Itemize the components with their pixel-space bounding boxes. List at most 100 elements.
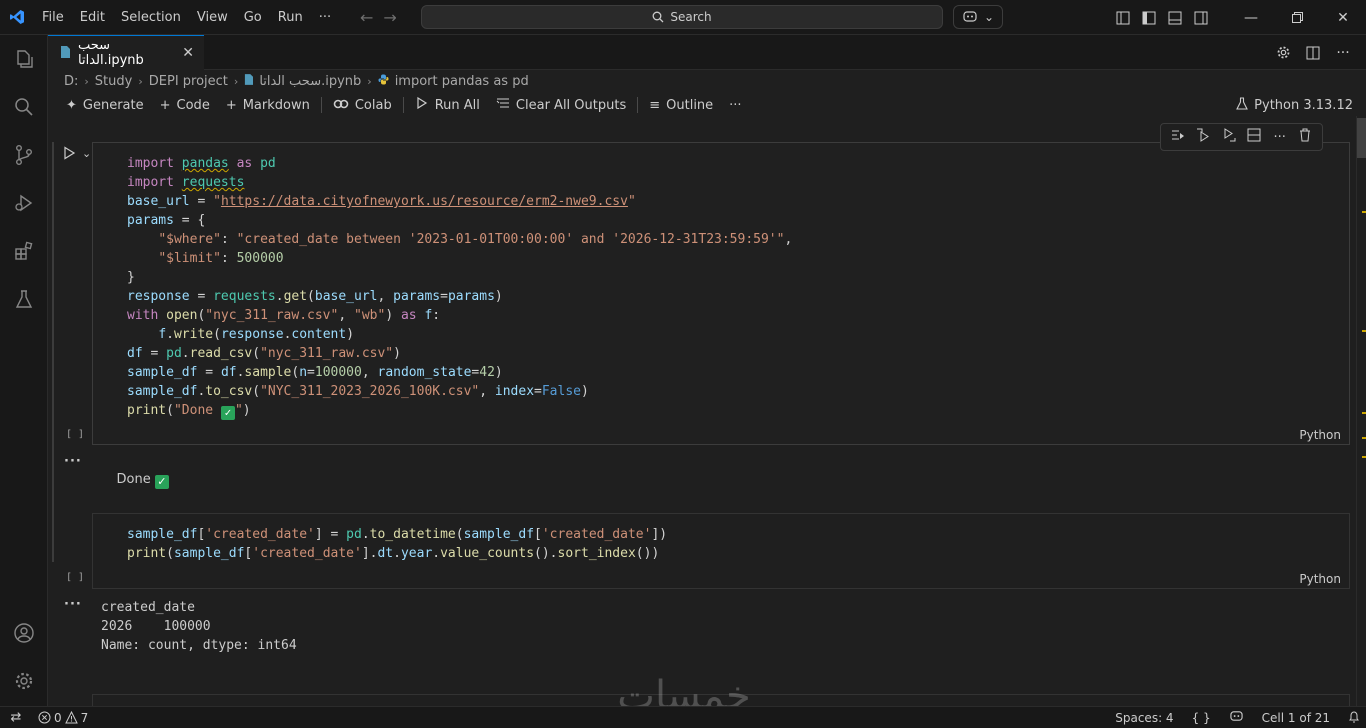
- cell-language-label[interactable]: Python: [1299, 572, 1341, 586]
- close-window-icon[interactable]: ✕: [1320, 0, 1366, 35]
- title-bar: File Edit Selection View Go Run ··· ← → …: [0, 0, 1366, 35]
- tab-notebook[interactable]: سحب الداتا.ipynb ✕: [48, 35, 204, 70]
- search-sidebar-icon[interactable]: [0, 83, 48, 131]
- activity-bar: [0, 35, 48, 706]
- toggle-primary-sidebar-icon[interactable]: [1136, 0, 1162, 35]
- explorer-icon[interactable]: [0, 35, 48, 83]
- add-markdown-cell-button[interactable]: + Markdown: [218, 94, 318, 116]
- minimize-icon[interactable]: —: [1228, 0, 1274, 35]
- output-line: created_date: [101, 600, 195, 615]
- warning-icon: [64, 711, 78, 724]
- breadcrumb-symbol[interactable]: import pandas as pd: [395, 74, 529, 89]
- arrow-left-icon[interactable]: ←: [360, 8, 373, 27]
- language-braces-status[interactable]: { }: [1192, 711, 1211, 725]
- outline-button[interactable]: ≡ Outline: [641, 94, 721, 116]
- run-all-label: Run All: [434, 97, 480, 113]
- vscode-logo-icon: [0, 0, 34, 35]
- chevron-down-icon[interactable]: ⌄: [82, 147, 91, 160]
- code-cell-1[interactable]: import pandas as pd import requests base…: [92, 142, 1350, 445]
- menu-run[interactable]: Run: [270, 0, 311, 35]
- cell-position-status[interactable]: Cell 1 of 21: [1262, 711, 1330, 725]
- output-more-actions-icon[interactable]: ···: [64, 454, 82, 469]
- breadcrumb: D: › Study › DEPI project › سحب الداتا.i…: [64, 70, 529, 92]
- add-code-cell-button[interactable]: + Code: [152, 94, 218, 116]
- warning-marker: [1362, 456, 1366, 458]
- run-debug-icon[interactable]: [0, 179, 48, 227]
- warning-marker: [1362, 412, 1366, 414]
- plus-icon: +: [225, 97, 237, 113]
- remote-icon[interactable]: ⇄: [0, 707, 32, 728]
- toolbar-divider: [320, 97, 322, 113]
- menu-file[interactable]: File: [34, 0, 72, 35]
- copilot-button[interactable]: ⌄: [953, 5, 1003, 29]
- split-cell-icon[interactable]: [1242, 128, 1266, 146]
- extensions-icon[interactable]: [0, 227, 48, 275]
- more-cell-actions-icon[interactable]: ···: [1268, 130, 1292, 145]
- breadcrumb-study[interactable]: Study: [95, 74, 133, 89]
- menu-more[interactable]: ···: [311, 0, 339, 35]
- code-label: Code: [176, 97, 210, 113]
- run-all-button[interactable]: Run All: [407, 94, 488, 116]
- warning-marker: [1362, 437, 1366, 439]
- breadcrumb-project[interactable]: DEPI project: [149, 74, 228, 89]
- menu-go[interactable]: Go: [236, 0, 270, 35]
- menu-edit[interactable]: Edit: [72, 0, 113, 35]
- clear-all-outputs-label: Clear All Outputs: [515, 97, 627, 113]
- customize-layout-icon[interactable]: [1110, 0, 1136, 35]
- warning-count: 7: [80, 710, 89, 725]
- more-actions-icon[interactable]: ···: [1330, 35, 1356, 70]
- check-mark-icon: ✓: [154, 475, 169, 489]
- status-bar: ⇄ 0 7 Spaces: 4 { } Cell 1 of 21: [0, 706, 1366, 728]
- testing-icon[interactable]: [0, 275, 48, 323]
- colab-button[interactable]: Colab: [325, 94, 400, 116]
- output-more-actions-icon[interactable]: ···: [64, 597, 82, 612]
- breadcrumb-drive[interactable]: D:: [64, 74, 78, 89]
- error-icon: [38, 711, 51, 724]
- settings-gear-icon[interactable]: [0, 657, 48, 705]
- menu-view[interactable]: View: [189, 0, 236, 35]
- cell-language-label[interactable]: Python: [1299, 428, 1341, 442]
- restore-icon[interactable]: [1274, 0, 1320, 35]
- cell-toolbar: ···: [1160, 123, 1323, 151]
- breadcrumb-file[interactable]: سحب الداتا.ipynb: [259, 74, 361, 89]
- gear-icon[interactable]: [1270, 35, 1296, 70]
- account-icon[interactable]: [0, 609, 48, 657]
- toolbar-more-button[interactable]: ···: [721, 94, 749, 116]
- kernel-picker[interactable]: Python 3.13.12: [1236, 94, 1353, 116]
- status-right-items: Spaces: 4 { } Cell 1 of 21: [1115, 707, 1360, 728]
- search-label: Search: [670, 10, 712, 24]
- chevron-right-icon: ›: [367, 74, 372, 88]
- delete-cell-icon[interactable]: [1293, 128, 1317, 146]
- toggle-panel-icon[interactable]: [1162, 0, 1188, 35]
- generate-button[interactable]: ✦ Generate: [58, 94, 152, 116]
- notebook-toolbar: ✦ Generate + Code + Markdown Colab Run A…: [58, 94, 750, 116]
- cell-output-1: Done ✓: [100, 457, 169, 504]
- execute-below-icon[interactable]: [1217, 128, 1241, 146]
- chevron-right-icon: ›: [84, 74, 89, 88]
- split-editor-icon[interactable]: [1300, 35, 1326, 70]
- arrow-right-icon[interactable]: →: [383, 8, 396, 27]
- copilot-status-icon[interactable]: [1229, 710, 1244, 726]
- clear-all-outputs-button[interactable]: Clear All Outputs: [488, 94, 634, 116]
- menu-bar: File Edit Selection View Go Run ···: [34, 0, 339, 35]
- kernel-label: Python 3.13.12: [1254, 97, 1353, 113]
- code-editor-cell-2[interactable]: sample_df['created_date'] = pd.to_dateti…: [127, 525, 667, 563]
- menu-selection[interactable]: Selection: [113, 0, 189, 35]
- indentation-status[interactable]: Spaces: 4: [1115, 711, 1173, 725]
- close-icon[interactable]: ✕: [182, 45, 194, 61]
- execution-count: [ ]: [66, 572, 85, 583]
- scrollbar-thumb[interactable]: [1357, 118, 1366, 158]
- command-center-search[interactable]: Search: [421, 5, 943, 29]
- nav-arrows: ← →: [360, 0, 397, 35]
- problems-indicator[interactable]: 0 7: [32, 711, 88, 725]
- notebook-scrollbar[interactable]: [1356, 116, 1366, 706]
- execute-above-icon[interactable]: [1191, 128, 1215, 146]
- markdown-label: Markdown: [242, 97, 310, 113]
- code-cell-2[interactable]: sample_df['created_date'] = pd.to_dateti…: [92, 513, 1350, 589]
- notifications-bell-icon[interactable]: [1348, 710, 1360, 726]
- run-by-line-icon[interactable]: [1166, 129, 1190, 145]
- toggle-secondary-sidebar-icon[interactable]: [1188, 0, 1214, 35]
- code-editor-cell-1[interactable]: import pandas as pd import requests base…: [127, 154, 792, 420]
- chevron-down-icon: ⌄: [983, 10, 995, 24]
- source-control-icon[interactable]: [0, 131, 48, 179]
